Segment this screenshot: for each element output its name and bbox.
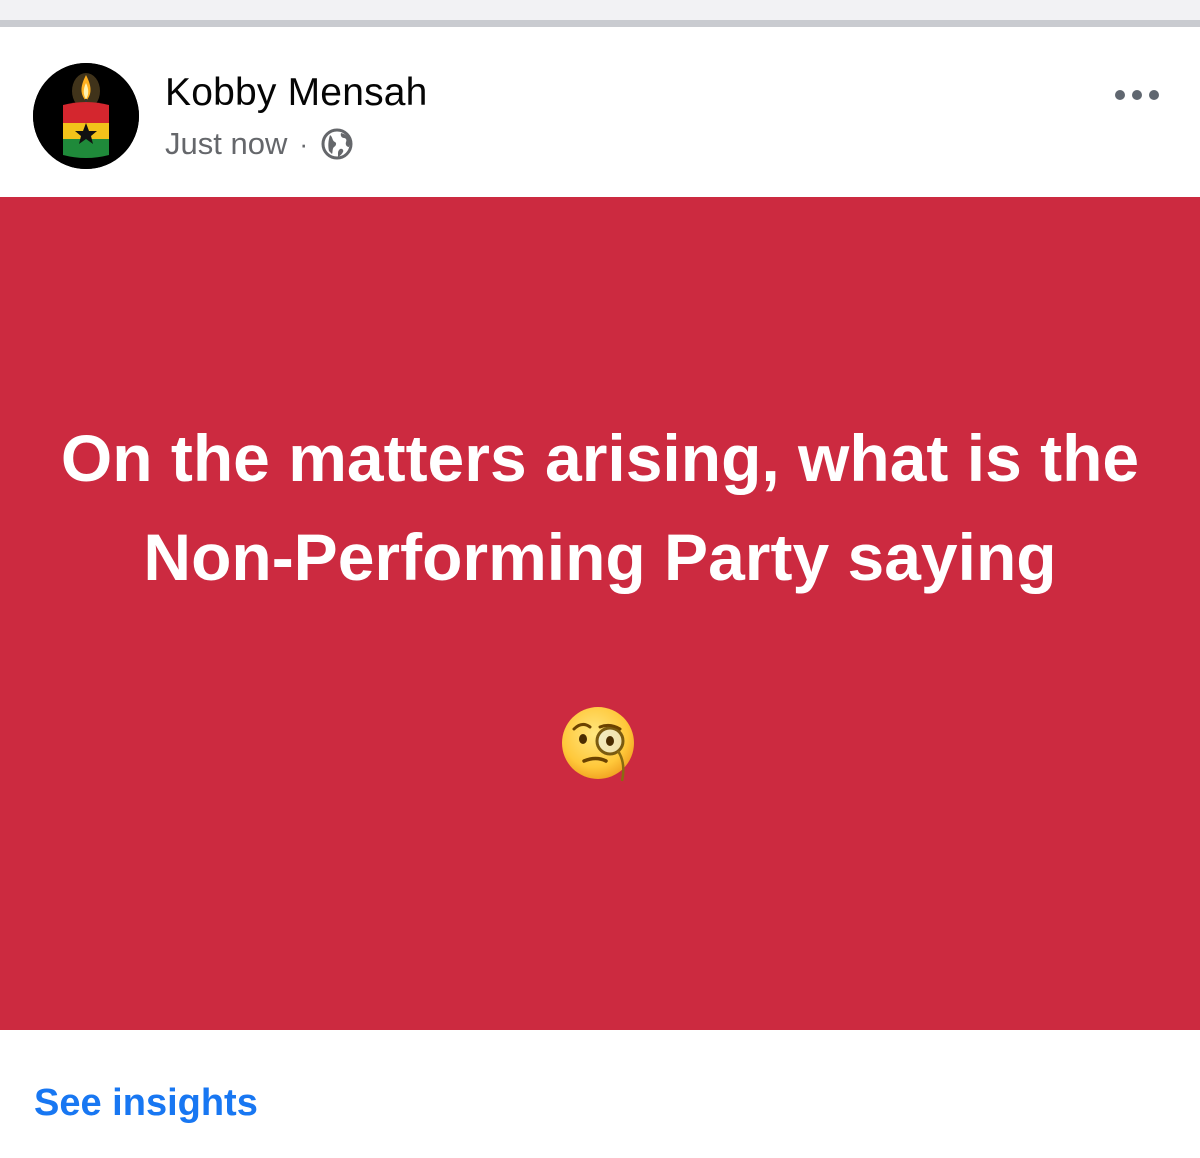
top-strip <box>0 0 1200 20</box>
post-header: Kobby Mensah Just now · <box>0 27 1200 197</box>
post-text: On the matters arising, what is the Non-… <box>60 421 1140 594</box>
author-name[interactable]: Kobby Mensah <box>165 71 428 115</box>
more-horizontal-icon[interactable] <box>1112 85 1162 105</box>
face-with-monocle-emoji <box>562 707 634 782</box>
post-footer: See insights <box>0 1030 1200 1158</box>
candle-ghana-flag-icon <box>33 63 139 169</box>
meta-separator: · <box>299 128 309 159</box>
avatar[interactable] <box>33 63 139 169</box>
see-insights-link[interactable]: See insights <box>34 1082 258 1125</box>
post-background: On the matters arising, what is the Non-… <box>0 197 1200 1030</box>
globe-icon[interactable] <box>320 127 354 161</box>
timestamp[interactable]: Just now <box>165 126 287 162</box>
top-divider <box>0 20 1200 27</box>
post-meta: Just now · <box>165 124 354 164</box>
